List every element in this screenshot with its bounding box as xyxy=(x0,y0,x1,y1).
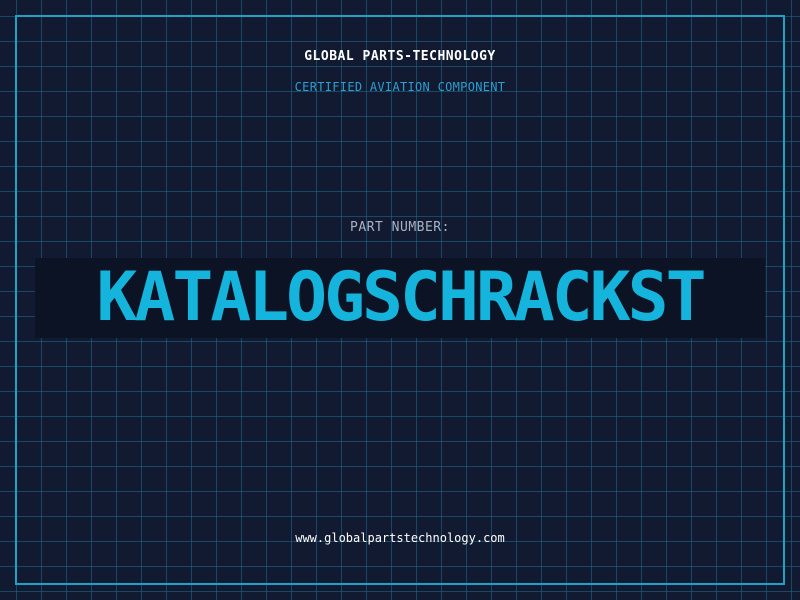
brand-name: GLOBAL PARTS-TECHNOLOGY xyxy=(304,49,496,64)
certification-tagline: CERTIFIED AVIATION COMPONENT xyxy=(294,80,506,94)
part-number-value: KATALOGSCHRACKST xyxy=(96,258,706,337)
part-number-label: PART NUMBER: xyxy=(350,220,450,235)
website-url: www.globalpartstechnology.com xyxy=(295,531,505,545)
